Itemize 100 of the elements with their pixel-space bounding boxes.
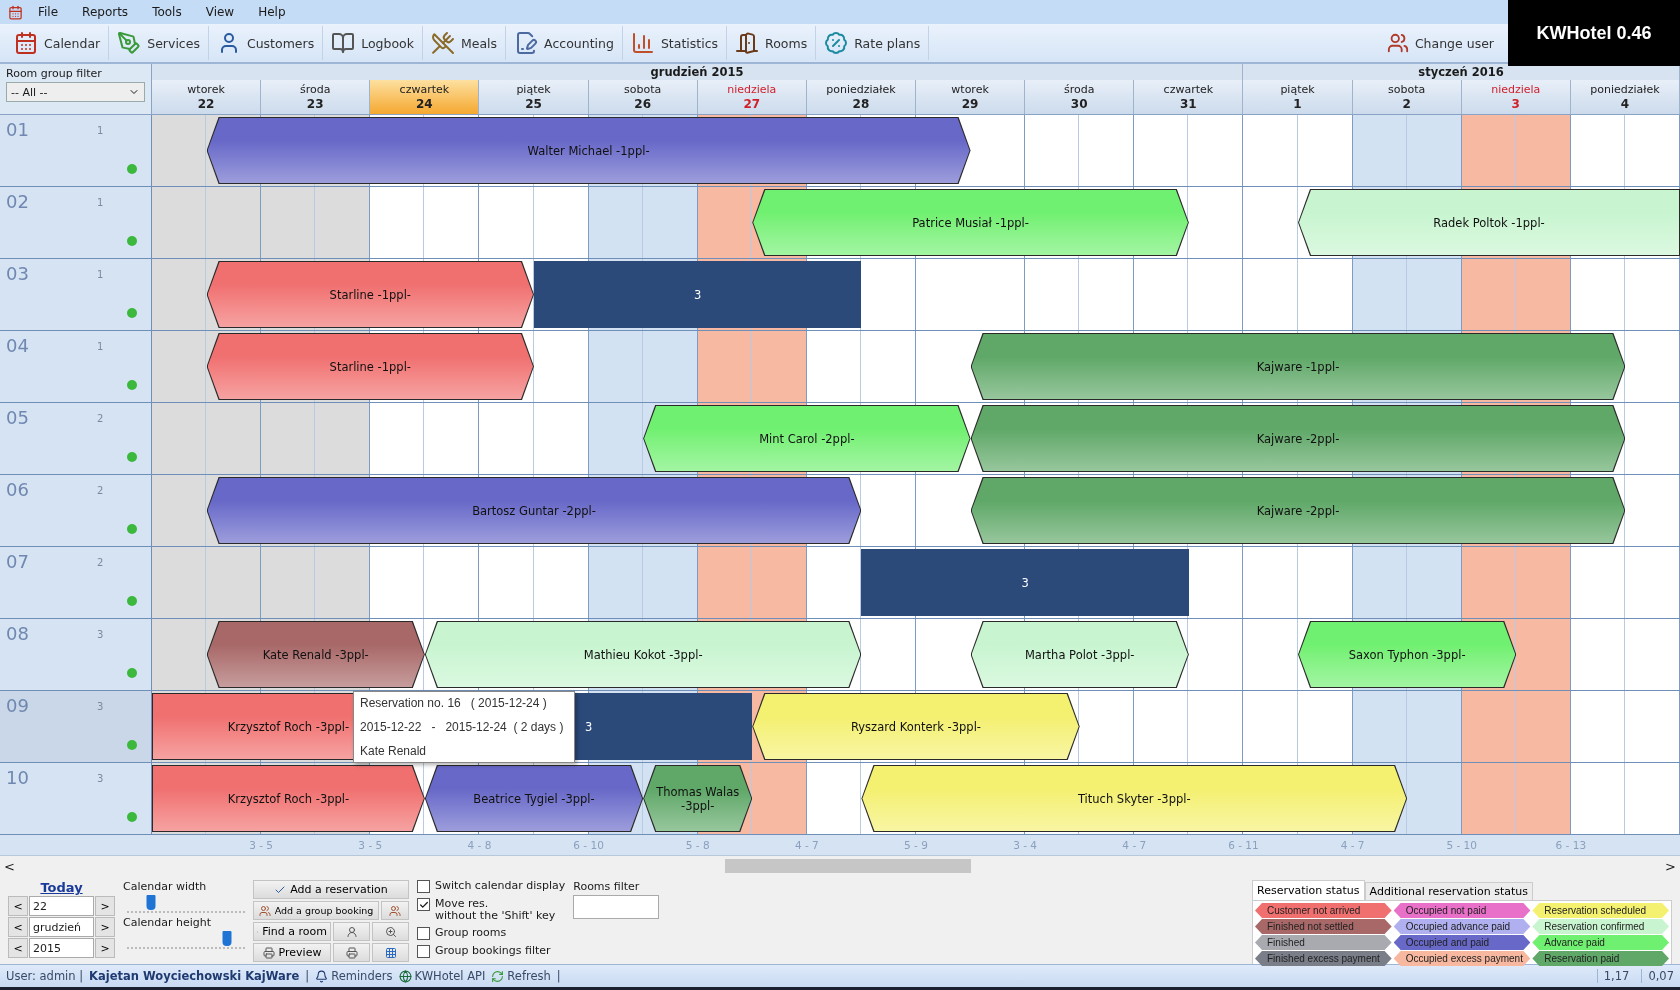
- reservation-bar[interactable]: Saxon Typhon -3ppl-: [1298, 621, 1517, 688]
- rooms-filter-field[interactable]: [573, 895, 660, 919]
- spinner-field[interactable]: grudzień: [29, 917, 94, 937]
- checkbox-option[interactable]: Group rooms: [417, 927, 566, 940]
- legend-tab[interactable]: Additional reservation status: [1364, 882, 1533, 900]
- status-legend-item: Customer not arrived: [1255, 903, 1392, 918]
- status-legend-item: Occupied and paid: [1393, 935, 1531, 950]
- reservation-bar[interactable]: Starline -1ppl-: [206, 261, 534, 328]
- reservation-bar[interactable]: Mint Carol -2ppl-: [643, 405, 971, 472]
- menu-item[interactable]: Tools: [143, 3, 191, 21]
- day-header[interactable]: czwartek 31: [1134, 80, 1244, 114]
- toolbar-button[interactable]: Rate plans: [816, 26, 930, 60]
- room-number: 07: [6, 551, 30, 572]
- day-header[interactable]: środa 30: [1025, 80, 1135, 114]
- day-header[interactable]: piątek 1: [1243, 80, 1353, 114]
- reservation-bar[interactable]: Martha Polot -3ppl-: [970, 621, 1189, 688]
- reservation-bar[interactable]: Starline -1ppl-: [206, 333, 534, 400]
- reservation-bar[interactable]: Ryszard Konterk -3ppl-: [752, 693, 1080, 760]
- previous-button[interactable]: <: [8, 896, 28, 916]
- next-button[interactable]: >: [95, 896, 115, 916]
- slider-thumb[interactable]: [146, 895, 156, 910]
- previous-button[interactable]: <: [8, 917, 28, 937]
- reservation-bar[interactable]: Kajware -2ppl-: [970, 477, 1626, 544]
- icon-button[interactable]: [333, 943, 370, 962]
- reservation-bar[interactable]: Kajware -2ppl-: [970, 405, 1626, 472]
- checkbox-option[interactable]: Group bookings filter: [417, 945, 566, 958]
- legend-tab[interactable]: Reservation status: [1252, 880, 1365, 900]
- status-link[interactable]: KWHotel API: [398, 969, 486, 983]
- reservation-bar[interactable]: Beatrice Tygiel -3ppl-: [424, 765, 644, 832]
- day-header[interactable]: poniedziałek 28: [806, 80, 916, 114]
- day-header[interactable]: środa 23: [261, 80, 371, 114]
- toolbar-button[interactable]: Accounting: [506, 26, 623, 60]
- action-button[interactable]: Add a group booking: [253, 901, 379, 920]
- icon-button[interactable]: [333, 922, 370, 941]
- menu-item[interactable]: Reports: [73, 3, 138, 21]
- checkbox[interactable]: [417, 880, 430, 893]
- room-capacity: 1: [97, 197, 105, 210]
- icon-button[interactable]: [381, 901, 409, 920]
- day-header[interactable]: wtorek 22: [152, 80, 262, 114]
- toolbar-button[interactable]: Logbook: [323, 26, 423, 60]
- change-user-button[interactable]: Change user: [1378, 26, 1502, 60]
- checkbox[interactable]: [417, 898, 430, 911]
- month-header: styczeń 2016: [1243, 64, 1680, 80]
- status-link[interactable]: Reminders: [315, 969, 393, 983]
- day-header[interactable]: niedziela 27: [697, 80, 807, 114]
- checkbox-option[interactable]: Switch calendar display: [417, 880, 566, 893]
- room-number: 04: [6, 335, 30, 356]
- checkbox[interactable]: [417, 945, 430, 958]
- scroll-left-arrow[interactable]: <: [4, 858, 15, 874]
- day-header[interactable]: piątek 25: [479, 80, 589, 114]
- toolbar-button[interactable]: Meals: [422, 26, 507, 60]
- checkbox[interactable]: [417, 927, 430, 940]
- next-button[interactable]: >: [95, 938, 115, 958]
- day-header[interactable]: sobota 26: [588, 80, 698, 114]
- reservation-bar[interactable]: Radek Poltok -1ppl-: [1298, 189, 1680, 256]
- slider-thumb[interactable]: [222, 931, 232, 946]
- next-button[interactable]: >: [95, 917, 115, 937]
- status-link[interactable]: Refresh: [491, 969, 551, 983]
- reservation-bar[interactable]: Mathieu Kokot -3ppl-: [424, 621, 862, 688]
- rates-icon: [824, 31, 849, 55]
- day-header[interactable]: wtorek 29: [916, 80, 1026, 114]
- toolbar-button[interactable]: Calendar: [6, 26, 110, 60]
- reservation-bar[interactable]: Kate Renald -3ppl-: [206, 621, 425, 688]
- action-button[interactable]: Preview: [253, 943, 331, 962]
- icon-button[interactable]: [372, 943, 409, 962]
- toolbar-button[interactable]: Customers: [208, 26, 324, 60]
- toolbar-button[interactable]: Services: [109, 26, 209, 60]
- reservation-bar[interactable]: Tituch Skyter -3ppl-: [861, 765, 1408, 832]
- reservation-bar[interactable]: Krzysztof Roch -3ppl-: [152, 765, 425, 832]
- previous-button[interactable]: <: [8, 938, 28, 958]
- spinner-field[interactable]: 22: [29, 896, 94, 916]
- icon-button[interactable]: [372, 922, 409, 941]
- scroll-right-arrow[interactable]: >: [1665, 858, 1676, 874]
- slider-track[interactable]: [127, 931, 245, 949]
- today-link[interactable]: Today: [8, 880, 115, 895]
- toolbar-button[interactable]: Rooms: [727, 26, 817, 60]
- room-group-select[interactable]: -- All --: [6, 82, 145, 102]
- scrollbar-thumb[interactable]: [725, 859, 972, 873]
- refresh-icon: [491, 969, 505, 983]
- day-header[interactable]: poniedziałek 4: [1570, 80, 1680, 114]
- menu-item[interactable]: File: [29, 3, 68, 21]
- reservation-bar[interactable]: Bartosz Guntar -2ppl-: [206, 477, 862, 544]
- reservation-bar[interactable]: Kajware -1ppl-: [970, 333, 1626, 400]
- reservation-bar[interactable]: Patrice Musiał -1ppl-: [752, 189, 1189, 256]
- toolbar-button[interactable]: Statistics: [622, 26, 728, 60]
- reservation-bar[interactable]: Walter Michael -1ppl-: [206, 117, 971, 184]
- slider-track[interactable]: [127, 895, 245, 913]
- room-capacity: 2: [97, 485, 105, 498]
- check-icon: [418, 899, 429, 910]
- menu-item[interactable]: Help: [249, 3, 295, 21]
- action-button[interactable]: Find a room: [253, 922, 331, 941]
- day-header[interactable]: sobota 2: [1352, 80, 1462, 114]
- room-number: 01: [6, 119, 30, 140]
- action-button[interactable]: Add a reservation: [253, 880, 409, 899]
- checkbox-option[interactable]: Move res. without the 'Shift' key: [417, 898, 566, 922]
- menu-item[interactable]: View: [196, 3, 244, 21]
- day-header[interactable]: niedziela 3: [1461, 80, 1571, 114]
- spinner-field[interactable]: 2015: [29, 938, 94, 958]
- filter-label: Rooms filter: [573, 880, 641, 893]
- day-header[interactable]: czwartek 24: [370, 80, 480, 114]
